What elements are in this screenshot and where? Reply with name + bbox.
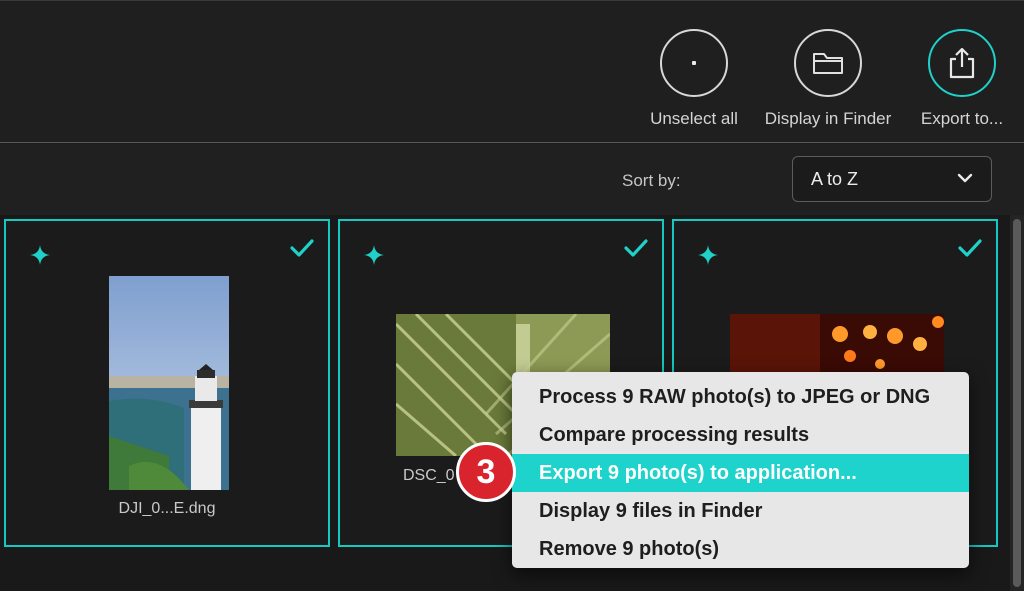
photo-filename: DJI_0...E.dng (118, 500, 216, 517)
menu-item-compare-results[interactable]: Compare processing results (512, 416, 969, 454)
export-to-label: Export to... (920, 109, 1004, 128)
sparkle-icon (698, 245, 718, 265)
scrollbar-thumb[interactable] (1013, 219, 1021, 587)
menu-item-process-raw[interactable]: Process 9 RAW photo(s) to JPEG or DNG (512, 378, 969, 416)
display-in-finder-button[interactable]: Display in Finder (762, 29, 894, 129)
step-number-badge: 3 (456, 442, 516, 502)
scrollbar[interactable] (1010, 215, 1024, 591)
top-toolbar: Unselect all Display in Finder Export to… (0, 0, 1024, 143)
sparkle-icon (30, 245, 50, 265)
export-to-button[interactable]: Export to... (918, 29, 1006, 129)
sort-dropdown[interactable]: A to Z (792, 156, 992, 202)
export-circle (928, 29, 996, 97)
chevron-down-icon (957, 173, 973, 183)
menu-item-remove-photos[interactable]: Remove 9 photo(s) (512, 530, 969, 568)
unselect-all-label: Unselect all (650, 109, 738, 128)
checkmark-icon[interactable] (290, 239, 314, 257)
context-menu: Process 9 RAW photo(s) to JPEG or DNG Co… (512, 372, 969, 568)
unselect-all-button[interactable]: Unselect all (648, 29, 740, 129)
share-icon (949, 47, 975, 79)
sparkle-icon (364, 245, 384, 265)
display-in-finder-label: Display in Finder (764, 109, 892, 128)
folder-icon (813, 53, 843, 74)
finder-circle (794, 29, 862, 97)
checkmark-icon[interactable] (958, 239, 982, 257)
unselect-circle (660, 29, 728, 97)
menu-item-display-in-finder[interactable]: Display 9 files in Finder (512, 492, 969, 530)
checkmark-icon[interactable] (624, 239, 648, 257)
sort-by-label: Sort by: (622, 171, 681, 190)
sort-bar: Sort by: A to Z (0, 144, 1024, 215)
sort-value: A to Z (811, 169, 859, 189)
menu-item-export-to-application[interactable]: Export 9 photo(s) to application... (512, 454, 969, 492)
photo-filename: DSC_0 (403, 467, 455, 484)
dot-icon (692, 61, 696, 65)
photo-card[interactable]: DJI_0...E.dng (4, 219, 330, 547)
photo-thumbnail-lighthouse (109, 276, 229, 490)
